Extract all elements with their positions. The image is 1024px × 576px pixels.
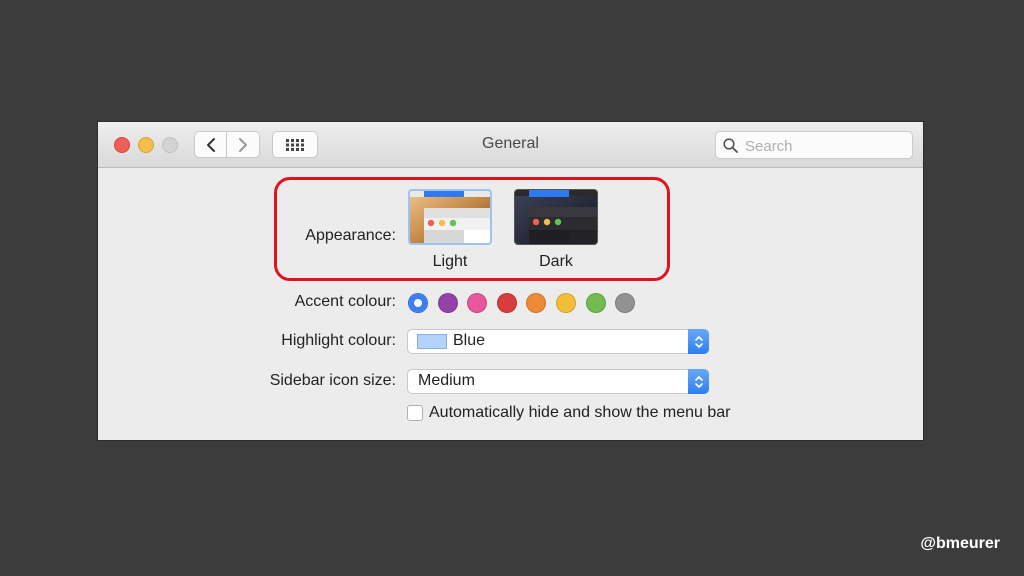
accent-swatch-2[interactable] <box>437 293 458 313</box>
accent-swatch-3[interactable] <box>467 293 488 313</box>
menubar-autohide-checkbox[interactable] <box>407 405 423 421</box>
sidebar-icon-size-popup[interactable]: Medium <box>407 369 709 394</box>
accent-swatch-8[interactable] <box>615 293 636 313</box>
highlight-colour-value: Blue <box>453 332 486 349</box>
annotation-highlight-ring <box>274 177 670 281</box>
accent-swatch-5[interactable] <box>526 293 547 313</box>
search-field[interactable] <box>715 131 913 159</box>
accent-colour-label: Accent colour: <box>294 293 396 310</box>
accent-swatch-4[interactable] <box>496 293 517 313</box>
sidebar-icon-size-value: Medium <box>418 372 475 389</box>
highlight-colour-label: Highlight colour: <box>281 332 396 349</box>
accent-swatch-7[interactable] <box>585 293 606 313</box>
menubar-autohide-label[interactable]: Automatically hide and show the menu bar <box>429 404 731 422</box>
highlight-colour-popup[interactable]: Blue <box>407 329 709 354</box>
popup-stepper-icon <box>688 369 709 394</box>
preferences-window: General Appearance: <box>98 122 923 440</box>
accent-swatch-1[interactable] <box>408 293 428 313</box>
title-bar: General <box>98 122 923 168</box>
popup-stepper-icon <box>688 329 709 354</box>
search-input[interactable] <box>743 135 907 157</box>
author-watermark: @bmeurer <box>920 535 1000 552</box>
accent-swatch-6[interactable] <box>556 293 576 313</box>
sidebar-icon-size-label: Sidebar icon size: <box>269 372 396 389</box>
highlight-colour-chip <box>417 334 447 349</box>
search-icon <box>723 138 738 153</box>
